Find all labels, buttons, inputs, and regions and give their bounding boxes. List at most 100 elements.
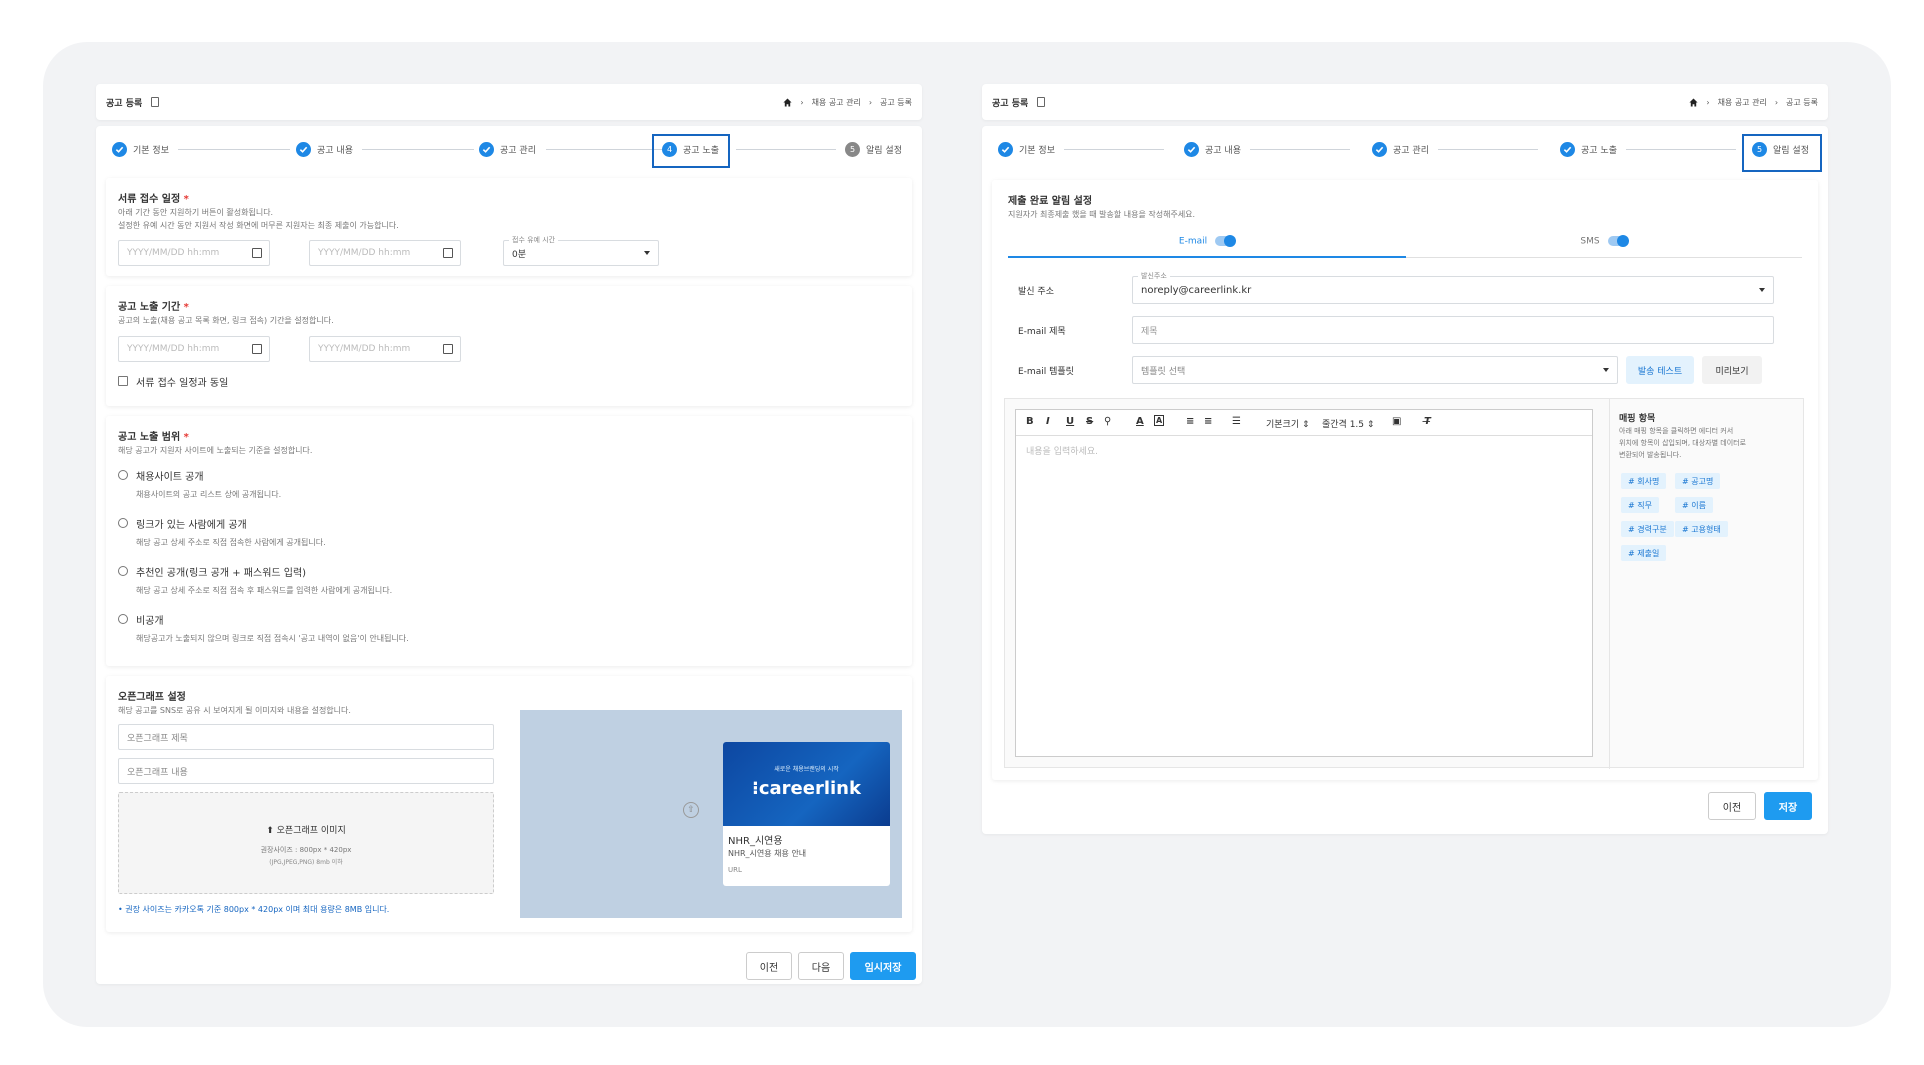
chevron-down-icon <box>1759 288 1765 292</box>
sender-select[interactable]: noreply@careerlink.kr <box>1132 276 1774 304</box>
step-management[interactable]: 공고 관리 <box>1372 142 1429 157</box>
step-divider <box>1438 149 1538 150</box>
mapping-tag[interactable]: # 경력구분 <box>1621 521 1674 537</box>
calendar-icon[interactable] <box>443 248 453 258</box>
prev-button[interactable]: 이전 <box>1708 792 1756 820</box>
editor-placeholder[interactable]: 내용을 입력하세요. <box>1026 444 1098 457</box>
breadcrumb-item: 공고 등록 <box>880 97 912 107</box>
check-icon <box>998 142 1013 157</box>
font-color-icon[interactable]: A <box>1136 416 1144 427</box>
radio-referral[interactable] <box>118 566 128 576</box>
bold-button[interactable]: B <box>1026 416 1034 427</box>
step-divider <box>1064 149 1164 150</box>
og-preview-card: 새로운 채용브랜딩의 시작 ⁝careerlink NHR_시연용 NHR_시연… <box>723 742 890 886</box>
send-test-button[interactable]: 발송 테스트 <box>1626 356 1694 384</box>
radio-link-only[interactable] <box>118 518 128 528</box>
section-title: 공고 노출 기간 * <box>118 302 189 313</box>
section-title: 공고 노출 범위 * <box>118 432 189 443</box>
step-notification[interactable]: 5 알림 설정 <box>1752 142 1809 157</box>
step-exposure[interactable]: 4 공고 노출 <box>662 142 719 157</box>
expo-start-input[interactable]: YYYY/MM/DD hh:mm <box>118 336 270 362</box>
right-body: 기본 정보 공고 내용 공고 관리 공고 노출 5 알림 설정 제출 완료 알림 … <box>982 126 1828 834</box>
step-exposure[interactable]: 공고 노출 <box>1560 142 1617 157</box>
bg-color-icon[interactable]: A <box>1154 415 1165 426</box>
prev-button[interactable]: 이전 <box>746 952 792 980</box>
stepper: 기본 정보 공고 내용 공고 관리 4 공고 노출 5 알림 설정 <box>96 126 922 174</box>
font-size-select[interactable]: 기본크기 ⇕ <box>1266 417 1310 430</box>
calendar-icon[interactable] <box>443 344 453 354</box>
italic-button[interactable]: I <box>1046 416 1050 427</box>
calendar-icon[interactable] <box>252 248 262 258</box>
template-select[interactable]: 템플릿 선택 <box>1132 356 1618 384</box>
image-icon[interactable]: ▣ <box>1392 416 1401 427</box>
og-title-input[interactable]: 오픈그래프 제목 <box>118 724 494 750</box>
right-panel: 공고 등록 › 채용 공고 관리 › 공고 등록 기본 정보 공고 내용 공고 … <box>982 84 1828 834</box>
home-icon[interactable] <box>783 97 792 107</box>
mapping-tag[interactable]: # 직무 <box>1621 497 1659 513</box>
upload-types: (JPG,JPEG,PNG) 8mb 이하 <box>269 859 343 866</box>
doc-end-input[interactable]: YYYY/MM/DD hh:mm <box>309 240 461 266</box>
strike-button[interactable]: S <box>1086 416 1093 427</box>
check-icon <box>479 142 494 157</box>
next-button[interactable]: 다음 <box>798 952 844 980</box>
step-management[interactable]: 공고 관리 <box>479 142 536 157</box>
og-content-input[interactable]: 오픈그래프 내용 <box>118 758 494 784</box>
mapping-tag[interactable]: # 공고명 <box>1675 473 1721 489</box>
og-image-dropzone[interactable]: ⬆ 오픈그래프 이미지 권장사이즈 : 800px * 420px (JPG,J… <box>118 792 494 894</box>
radio-desc: 해당공고가 노출되지 않으며 링크로 직접 접속시 '공고 내역이 없음'이 안… <box>136 634 409 643</box>
upload-label: 오픈그래프 이미지 <box>276 826 346 836</box>
mapping-desc: 변환되어 발송됩니다. <box>1619 451 1682 459</box>
save-button[interactable]: 저장 <box>1764 792 1812 820</box>
og-preview-banner: 새로운 채용브랜딩의 시작 ⁝careerlink <box>723 742 890 826</box>
ordered-list-icon[interactable]: ≡ <box>1186 416 1194 427</box>
link-icon[interactable]: ⚲ <box>1104 416 1111 427</box>
radio-label: 링크가 있는 사람에게 공개 <box>136 520 247 531</box>
tab-email[interactable]: E-mail <box>1008 235 1406 258</box>
calendar-icon[interactable] <box>252 344 262 354</box>
notification-section: 제출 완료 알림 설정 지원자가 최종제출 했을 때 발송할 내용을 작성해주세… <box>992 180 1818 780</box>
radio-private[interactable] <box>118 614 128 624</box>
mapping-tag[interactable]: # 제출일 <box>1621 545 1667 561</box>
step-content[interactable]: 공고 내용 <box>296 142 353 157</box>
step-basic-info[interactable]: 기본 정보 <box>998 142 1055 157</box>
mapping-tag[interactable]: # 회사명 <box>1621 473 1667 489</box>
page-title: 공고 등록 <box>106 98 143 109</box>
step-basic-info[interactable]: 기본 정보 <box>112 142 169 157</box>
doc-start-input[interactable]: YYYY/MM/DD hh:mm <box>118 240 270 266</box>
grace-time-label: 접수 유예 시간 <box>509 235 559 245</box>
tab-sms[interactable]: SMS <box>1406 235 1802 258</box>
home-icon[interactable] <box>1689 97 1698 107</box>
breadcrumb-item[interactable]: 채용 공고 관리 <box>812 97 861 108</box>
editor-toolbar: B I U S ⚲ A A ≡ ≡ ☰ 기본크기 ⇕ 줄간격 1.5 ⇕ ▣ T… <box>1016 410 1592 436</box>
editor-area: B I U S ⚲ A A ≡ ≡ ☰ 기본크기 ⇕ 줄간격 1.5 ⇕ ▣ T… <box>1004 398 1804 769</box>
section-desc: 지원자가 최종제출 했을 때 발송할 내용을 작성해주세요. <box>1008 210 1196 219</box>
sms-toggle[interactable] <box>1607 235 1629 247</box>
section-desc: 아래 기간 동안 지원하기 버튼이 활성화됩니다. <box>118 208 274 217</box>
align-icon[interactable]: ☰ <box>1232 416 1241 427</box>
temp-save-button[interactable]: 임시저장 <box>850 952 916 980</box>
bookmark-icon[interactable] <box>1037 97 1046 107</box>
bullet-list-icon[interactable]: ≡ <box>1204 416 1212 427</box>
mapping-tag[interactable]: # 이름 <box>1675 497 1713 513</box>
preview-button[interactable]: 미리보기 <box>1702 356 1762 384</box>
stepper: 기본 정보 공고 내용 공고 관리 공고 노출 5 알림 설정 <box>982 126 1828 174</box>
step-content[interactable]: 공고 내용 <box>1184 142 1241 157</box>
rich-text-editor: B I U S ⚲ A A ≡ ≡ ☰ 기본크기 ⇕ 줄간격 1.5 ⇕ ▣ T… <box>1015 409 1593 757</box>
breadcrumb-item[interactable]: 채용 공고 관리 <box>1718 97 1767 108</box>
mapping-tag[interactable]: # 고용형태 <box>1675 521 1728 537</box>
radio-label: 채용사이트 공개 <box>136 472 204 483</box>
step-number: 5 <box>1752 142 1767 157</box>
radio-public[interactable] <box>118 470 128 480</box>
email-toggle[interactable] <box>1215 235 1237 247</box>
expo-end-input[interactable]: YYYY/MM/DD hh:mm <box>309 336 461 362</box>
section-title: 오픈그래프 설정 <box>118 692 186 703</box>
same-as-doc-checkbox[interactable] <box>118 376 128 386</box>
banner-tagline: 새로운 채용브랜딩의 시작 <box>774 766 839 773</box>
subject-input[interactable]: 제목 <box>1132 316 1774 344</box>
bookmark-icon[interactable] <box>151 97 160 107</box>
line-height-select[interactable]: 줄간격 1.5 ⇕ <box>1322 417 1374 430</box>
clear-format-icon[interactable]: T̶ <box>1424 416 1431 427</box>
step-notification[interactable]: 5 알림 설정 <box>845 142 902 157</box>
left-panel: 공고 등록 › 채용 공고 관리 › 공고 등록 기본 정보 공고 내용 공고 … <box>96 84 922 984</box>
underline-button[interactable]: U <box>1066 416 1074 427</box>
